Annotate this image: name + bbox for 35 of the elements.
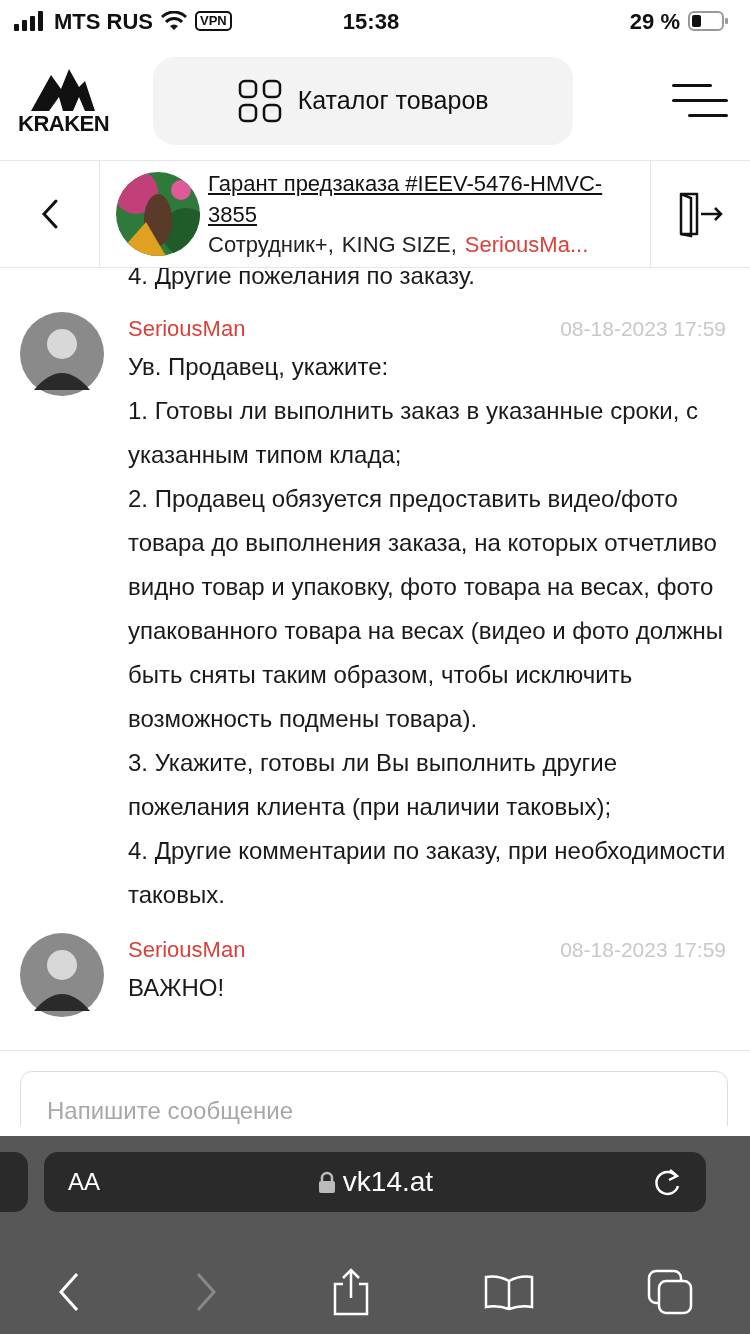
book-icon[interactable]: [484, 1273, 535, 1311]
logo-text: KRAKEN: [18, 113, 110, 135]
message-text: ВАЖНО!: [128, 973, 226, 1003]
battery-percent: 29 %: [629, 7, 680, 36]
author-name: SeriousMan: [128, 936, 246, 964]
back-icon[interactable]: [39, 198, 60, 230]
message-text: 4. Другие пожелания по заказу.: [128, 268, 476, 291]
url-text: vk14.at: [342, 1165, 434, 1199]
participant-name: KING SIZE,: [341, 231, 457, 259]
back-icon[interactable]: [56, 1272, 81, 1312]
participant-name: SeriousMa...: [464, 231, 589, 259]
message-text: 4. Другие комментарии по заказу, при необходимости таковых.: [128, 836, 726, 910]
text-size-button[interactable]: AA: [68, 1164, 100, 1200]
signal-icon: [14, 11, 46, 31]
author-name: SeriousMan: [128, 315, 246, 343]
carrier-name: MTS RUS: [54, 7, 153, 36]
message-input[interactable]: Напишите сообщение: [20, 1071, 728, 1126]
chat-title-link[interactable]: Гарант предзаказа #IEEV-5476-HMVC-3855: [208, 168, 628, 230]
participant-name: Сотрудник+,: [208, 231, 334, 259]
tabs-icon[interactable]: [647, 1269, 694, 1315]
avatar-figure-icon: [20, 933, 104, 1017]
lock-icon: [318, 1171, 335, 1193]
clock: 15:38: [342, 7, 400, 36]
address-bar[interactable]: AA vk14.at: [44, 1152, 706, 1212]
message-text: 1. Готовы ли выполнить заказ в указанные сроки, с указанным типом клада;: [128, 396, 700, 470]
grid-icon: [237, 79, 282, 123]
catalog-button[interactable]: Каталог товаров: [153, 57, 574, 145]
battery-icon: [688, 11, 728, 31]
reload-icon[interactable]: [652, 1166, 682, 1198]
avatar-figure-icon: [20, 312, 104, 396]
message-text: 2. Продавец обязуется предоставить видео/фото товара до выполнения заказа, на которых отчетливо видно товар и упаковку, фото товара на весах, фото упакованного товара на весах (видео и фото должны быть сняты таким образом, чтобы исключить возможность подмены товара).: [128, 484, 725, 734]
message-text: Ув. Продавец, укажите:: [128, 352, 390, 382]
message-text: 3. Укажите, готовы ли Вы выполнить другие пожелания клиента (при наличии таковых);: [128, 748, 619, 822]
vpn-badge: VPN: [195, 11, 232, 31]
wifi-icon: [161, 11, 187, 31]
